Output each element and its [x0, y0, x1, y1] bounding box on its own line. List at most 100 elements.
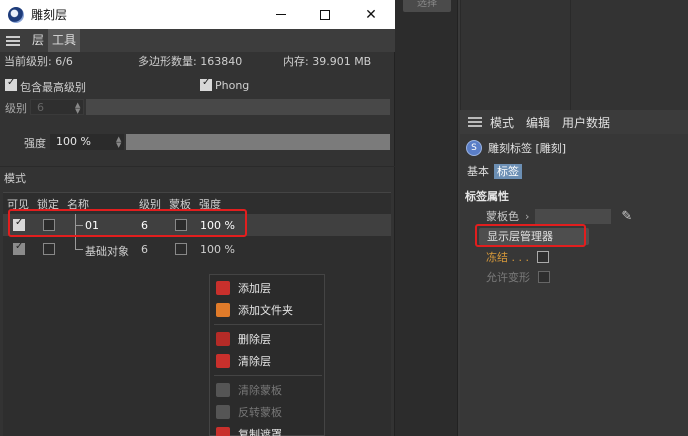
clear-mask-icon [216, 383, 230, 397]
menu-item-label: 清除蒙板 [238, 384, 282, 397]
hamburger-menu-icon[interactable] [468, 117, 482, 127]
stats-row: 当前级别: 6/6 多边形数量: 163840 内存: 39.901 MB [0, 52, 395, 70]
maximize-icon [320, 9, 330, 20]
menu-item-clear-layer[interactable]: 清除层 [210, 350, 326, 372]
menu-item-add-layer[interactable]: 添加层 [210, 277, 326, 299]
menu-item-add-folder[interactable]: 添加文件夹 [210, 299, 326, 321]
strength-label: 强度 [24, 137, 46, 150]
lock-checkbox[interactable] [43, 243, 55, 255]
minimize-button[interactable] [258, 0, 304, 29]
strength-value: 100 % [56, 135, 91, 148]
invert-mask-icon [216, 405, 230, 419]
window-title: 雕刻层 [31, 8, 68, 22]
table-row[interactable]: 基础对象 6 100 % [3, 236, 391, 260]
tab-tag[interactable]: 标签 [494, 164, 522, 179]
attribute-menubar: 模式 编辑 用户数据 [460, 110, 688, 134]
allow-deform-label: 允许变形 [486, 271, 530, 284]
menu-separator [214, 324, 322, 325]
eyedropper-icon[interactable]: ✎ [621, 209, 632, 224]
panel-divider [570, 0, 571, 110]
level-label: 级别 [5, 102, 27, 115]
menu-item-label: 清除层 [238, 355, 271, 368]
phong-checkbox[interactable] [200, 77, 212, 91]
menu-item-label: 添加文件夹 [238, 304, 293, 317]
include-highest-label: 包含最高级别 [20, 81, 86, 94]
context-menu: 添加层 添加文件夹 删除层 清除层 清除蒙板 反转蒙板 复制遮罩 [209, 274, 325, 436]
sculpt-tag-icon: S [466, 140, 482, 156]
phong-label: Phong [215, 79, 250, 92]
polygon-count-text: 多边形数量: 163840 [138, 55, 243, 68]
chevron-right-icon[interactable]: › [525, 210, 529, 223]
menu-item-clear-mask: 清除蒙板 [210, 379, 326, 401]
freeze-label: 冻结 . . . [486, 251, 529, 264]
menu-mode[interactable]: 模式 [490, 114, 514, 131]
visible-checkbox[interactable] [13, 241, 25, 255]
layer-level: 6 [141, 243, 148, 256]
menu-item-invert-mask: 反转蒙板 [210, 401, 326, 423]
hamburger-menu-icon[interactable] [6, 35, 20, 46]
strength-row: 强度 100 % ▲ ▼ [0, 133, 395, 151]
menu-item-label: 反转蒙板 [238, 406, 282, 419]
strength-spinner-icon[interactable]: ▲ ▼ [116, 136, 122, 149]
level-input[interactable]: 6 ▲ ▼ [30, 99, 84, 115]
add-folder-icon [216, 303, 230, 317]
include-highest-checkbox[interactable] [5, 77, 17, 91]
object-manager-panel [460, 0, 688, 110]
clear-layer-icon [216, 354, 230, 368]
mask-color-swatch[interactable] [535, 208, 612, 224]
mode-header: 模式 [0, 166, 395, 185]
menu-item-label: 添加层 [238, 282, 271, 295]
level-row: 级别 6 ▲ ▼ [0, 98, 395, 116]
sculpt-layers-window: 雕刻层 ✕ 层 工具 当前级别: 6/6 多边形数量: 163840 内存: 3… [0, 0, 395, 436]
level-value: 6 [37, 101, 44, 114]
tree-line [75, 236, 76, 249]
menu-item-copy-mask[interactable]: 复制遮罩 [210, 423, 326, 436]
trash-icon [216, 332, 230, 346]
mask-checkbox[interactable] [175, 243, 187, 255]
attribute-title-text: 雕刻标签 [雕刻] [488, 142, 567, 155]
current-level-text: 当前级别: 6/6 [4, 55, 73, 68]
level-slider[interactable] [86, 99, 390, 115]
menu-tools[interactable]: 工具 [48, 29, 81, 52]
menu-item-label: 删除层 [238, 333, 271, 346]
select-button[interactable]: 选择 [403, 0, 451, 12]
allow-deform-checkbox[interactable] [538, 271, 550, 283]
close-button[interactable]: ✕ [348, 0, 394, 29]
mask-color-row: 蒙板色 › ✎ [486, 208, 632, 224]
minimize-icon [276, 14, 286, 15]
menu-edit[interactable]: 编辑 [526, 114, 550, 131]
level-spinner-icon[interactable]: ▲ ▼ [75, 102, 81, 115]
title-bar[interactable]: 雕刻层 ✕ [0, 0, 395, 29]
attribute-manager: 模式 编辑 用户数据 S 雕刻标签 [雕刻] 基本 标签 标签属性 蒙板色 › … [460, 110, 688, 436]
layer-name[interactable]: 基础对象 [85, 243, 129, 259]
cinema4d-app-icon [8, 6, 24, 23]
menu-layer[interactable]: 层 [28, 29, 48, 52]
attribute-tabs: 基本 标签 [464, 164, 522, 179]
viewport-panel: 选择 [395, 0, 458, 436]
layer-menubar: 层 工具 [0, 29, 395, 52]
copy-mask-icon [216, 427, 230, 436]
section-title: 标签属性 [465, 190, 509, 203]
layer-strength[interactable]: 100 % [200, 243, 235, 256]
menu-user-data[interactable]: 用户数据 [562, 114, 610, 131]
maximize-button[interactable] [302, 0, 348, 29]
memory-text: 内存: 39.901 MB [283, 55, 372, 68]
add-layer-icon [216, 281, 230, 295]
strength-input[interactable]: 100 % ▲ ▼ [50, 134, 124, 150]
freeze-row: 冻结 . . . [486, 249, 549, 265]
options-row: 包含最高级别 Phong [0, 75, 395, 95]
strength-slider[interactable] [126, 134, 390, 150]
highlight-box-layer-row [8, 209, 247, 237]
menu-item-label: 复制遮罩 [238, 428, 282, 436]
freeze-checkbox[interactable] [536, 251, 549, 263]
allow-deform-row: 允许变形 [486, 269, 550, 285]
tab-basic[interactable]: 基本 [464, 164, 492, 179]
menu-separator [214, 375, 322, 376]
strength-slider-fill [126, 134, 390, 150]
mask-color-label: 蒙板色 [486, 210, 519, 223]
mode-label: 模式 [4, 172, 26, 185]
tree-branch [75, 249, 83, 250]
attribute-title: S 雕刻标签 [雕刻] [466, 140, 566, 156]
highlight-box-layer-manager [475, 224, 586, 247]
menu-item-delete-layer[interactable]: 删除层 [210, 328, 326, 350]
